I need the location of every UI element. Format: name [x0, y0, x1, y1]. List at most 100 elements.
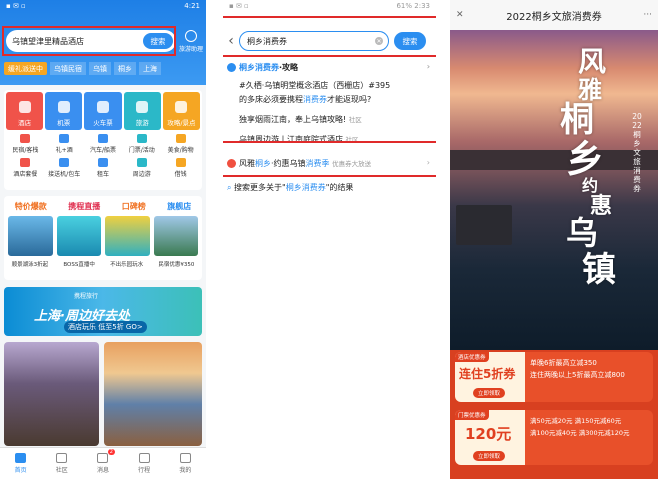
ticket-coupon-label: 门票优惠券: [455, 410, 489, 420]
train-icon: [97, 101, 109, 113]
shanghai-banner[interactable]: 携程旅行 上海·周边好去处 酒店玩乐 低至5折 GO>: [4, 287, 202, 336]
suggestion-line-4[interactable]: 乌镇周边游丨江南庭院式酒店 社区: [239, 134, 429, 145]
s3-c: "的结果: [325, 183, 354, 192]
promo-title-deals[interactable]: 特价爆款: [15, 201, 47, 212]
promo-card-ranking[interactable]: [105, 216, 150, 256]
service-grid: 酒店 机票 火车票 旅游 攻略/景点 民宿/客栈 礼+酒 汽车/船票 门票/活动…: [4, 90, 202, 190]
palm-icon: [136, 101, 149, 113]
travel-assistant-button[interactable]: 旅游助理: [179, 30, 203, 53]
tile-hotel[interactable]: 酒店: [6, 92, 44, 130]
hotel-coupon-left: 酒店优惠券 连住5折券 立即领取: [455, 352, 525, 402]
status-icons: ▪ ✉ ▫: [229, 2, 249, 10]
tile-train-label: 火车票: [93, 119, 113, 127]
tile-tour[interactable]: 旅游: [123, 92, 161, 130]
grid-tickets[interactable]: 门票/活动: [122, 134, 161, 156]
suggestion-line-2-b: 消费券: [303, 95, 327, 104]
promo-title-flagship[interactable]: 旗舰店: [167, 201, 191, 212]
status-icons: ▪ ✉ ▫: [6, 2, 26, 10]
clear-icon[interactable]: ✕: [375, 37, 383, 45]
tile-train[interactable]: 火车票: [84, 92, 122, 130]
grid-hotel-package[interactable]: 酒店套餐: [6, 158, 45, 180]
hotel-coupon[interactable]: 酒店优惠券 连住5折券 立即领取 单晚6折最高立减350 连住两晚以上5折最高立…: [455, 352, 653, 402]
grid-transfer-label: 接送机/包车: [48, 171, 81, 178]
suggestion-consumption-season[interactable]: 风雅桐乡·约惠乌镇消费季 优惠券大放送 ›: [227, 158, 432, 169]
search-input[interactable]: 桐乡消费券 ✕: [239, 31, 389, 51]
suggestion-guide-title[interactable]: 桐乡消费券·攻略 ›: [227, 62, 432, 73]
tab-profile[interactable]: 我的: [179, 453, 191, 474]
chip-shanghai[interactable]: 上海: [139, 62, 161, 75]
ticket-coupon-main: 120元: [465, 425, 512, 443]
ticket-coupon-claim-button[interactable]: 立即领取: [473, 451, 506, 461]
page-title: 2022桐乡文旅消费券: [506, 11, 602, 23]
grid-bus-label: 汽车/船票: [89, 147, 116, 154]
chip-gift[interactable]: 缓礼派送中: [4, 62, 47, 75]
suggestion-line-2-a: 的多床必须要携程: [239, 95, 303, 104]
grid-food[interactable]: 美食/购物: [161, 134, 200, 156]
grid-homestay[interactable]: 民宿/客栈: [6, 134, 45, 156]
tab-messages[interactable]: 2 消息: [97, 449, 115, 474]
chip-tongxiang[interactable]: 桐乡: [114, 62, 136, 75]
close-icon[interactable]: ✕: [456, 10, 464, 20]
grid-nearby[interactable]: 周边游: [122, 158, 161, 180]
grid-loan-label: 借钱: [174, 171, 187, 178]
chevron-right-icon: ›: [426, 62, 430, 71]
tab-community[interactable]: 社区: [56, 453, 68, 474]
promo-title-live[interactable]: 携程直播: [68, 201, 100, 212]
grid-loan[interactable]: 借钱: [161, 158, 200, 180]
grid-gift-wine[interactable]: 礼+酒: [45, 134, 84, 156]
grid-nearby-label: 周边游: [132, 171, 151, 178]
hotel-coupon-claim-button[interactable]: 立即领取: [473, 388, 506, 398]
search-icon: ⌕: [227, 183, 232, 192]
food-icon: [175, 134, 186, 143]
banner-brand: 携程旅行: [74, 293, 99, 300]
suggestion-line-2[interactable]: 的多床必须要携程消费券才能返现吗?: [239, 94, 429, 105]
feed-photo-1[interactable]: [4, 342, 99, 446]
app-home-screen: ▪ ✉ ▫ 4:21 乌镇望津里精品酒店 搜索 旅游助理 缓礼派送中 乌镇民宿 乌…: [0, 0, 206, 479]
ticket-coupon[interactable]: 门票优惠券 120元 立即领取 满50元减20元 满150元减60元 满100元…: [455, 410, 653, 465]
ticket-coupon-left: 门票优惠券 120元 立即领取: [455, 410, 525, 465]
promo-title-ranking[interactable]: 口碑榜: [122, 201, 146, 212]
search-row: ‹ 桐乡消费券 ✕ 搜索: [223, 30, 436, 52]
tab-trips-label: 行程: [138, 467, 151, 474]
promo-card-flagship[interactable]: [153, 216, 198, 256]
hotel-coupon-main: 连住5折券: [459, 367, 516, 381]
feed-photo-2[interactable]: [104, 342, 202, 446]
tile-guide[interactable]: 攻略/景点: [162, 92, 201, 130]
suggestion-line-1[interactable]: #久栖·乌镇明堂概念酒店（西栅店）#395: [239, 80, 429, 91]
grid-bus[interactable]: 汽车/船票: [84, 134, 123, 156]
chevron-right-icon: ›: [426, 158, 430, 167]
tab-trips[interactable]: 行程: [138, 453, 150, 474]
suggestion-line-3-text: 独享烟雨江南，奉上乌镇攻略!: [239, 115, 347, 124]
s2-b: 桐乡: [255, 159, 271, 168]
community-icon: [56, 453, 68, 463]
poster-image: [450, 30, 658, 350]
chip-wuzhen-homestay[interactable]: 乌镇民宿: [50, 62, 86, 75]
highlight-line: [223, 141, 436, 143]
promo-card-live[interactable]: [56, 216, 101, 256]
tab-home[interactable]: 首页: [15, 453, 27, 474]
promo-caption-1: 顺景湖泳3折起: [11, 262, 49, 268]
highlight-line: [223, 55, 436, 57]
search-more-link[interactable]: ⌕ 搜索更多关于"桐乡消费券"的结果: [227, 182, 432, 193]
s2-a: 风雅: [239, 159, 255, 168]
guide-icon: [227, 63, 236, 72]
s2-c: ·约惠乌镇: [271, 159, 306, 168]
coupon-tag: 优惠券大放送: [332, 160, 372, 168]
boat-shape: [456, 205, 512, 245]
tile-flight[interactable]: 机票: [45, 92, 83, 130]
bottom-tab-bar: 首页 社区 2 消息 行程 我的: [0, 447, 206, 479]
back-arrow-icon[interactable]: ‹: [223, 33, 239, 49]
grid-transfer[interactable]: 接送机/包车: [45, 158, 84, 180]
ticket-coupon-rule-2: 满100元减40元 满300元减120元: [530, 429, 630, 437]
search-button[interactable]: 搜索: [394, 32, 426, 50]
suggestion-line-3[interactable]: 独享烟雨江南，奉上乌镇攻略! 社区: [239, 114, 429, 125]
quick-chips: 缓礼派送中 乌镇民宿 乌镇 桐乡 上海: [4, 62, 161, 75]
grid-car-rental[interactable]: 租车: [84, 158, 123, 180]
more-icon[interactable]: ···: [643, 10, 652, 20]
grid-car-rental-label: 租车: [96, 171, 109, 178]
promo-card-deals[interactable]: [8, 216, 53, 256]
s2-d: 消费季: [305, 159, 330, 168]
highlight-line: [223, 175, 436, 177]
highlight-box: [2, 26, 176, 56]
chip-wuzhen[interactable]: 乌镇: [89, 62, 111, 75]
